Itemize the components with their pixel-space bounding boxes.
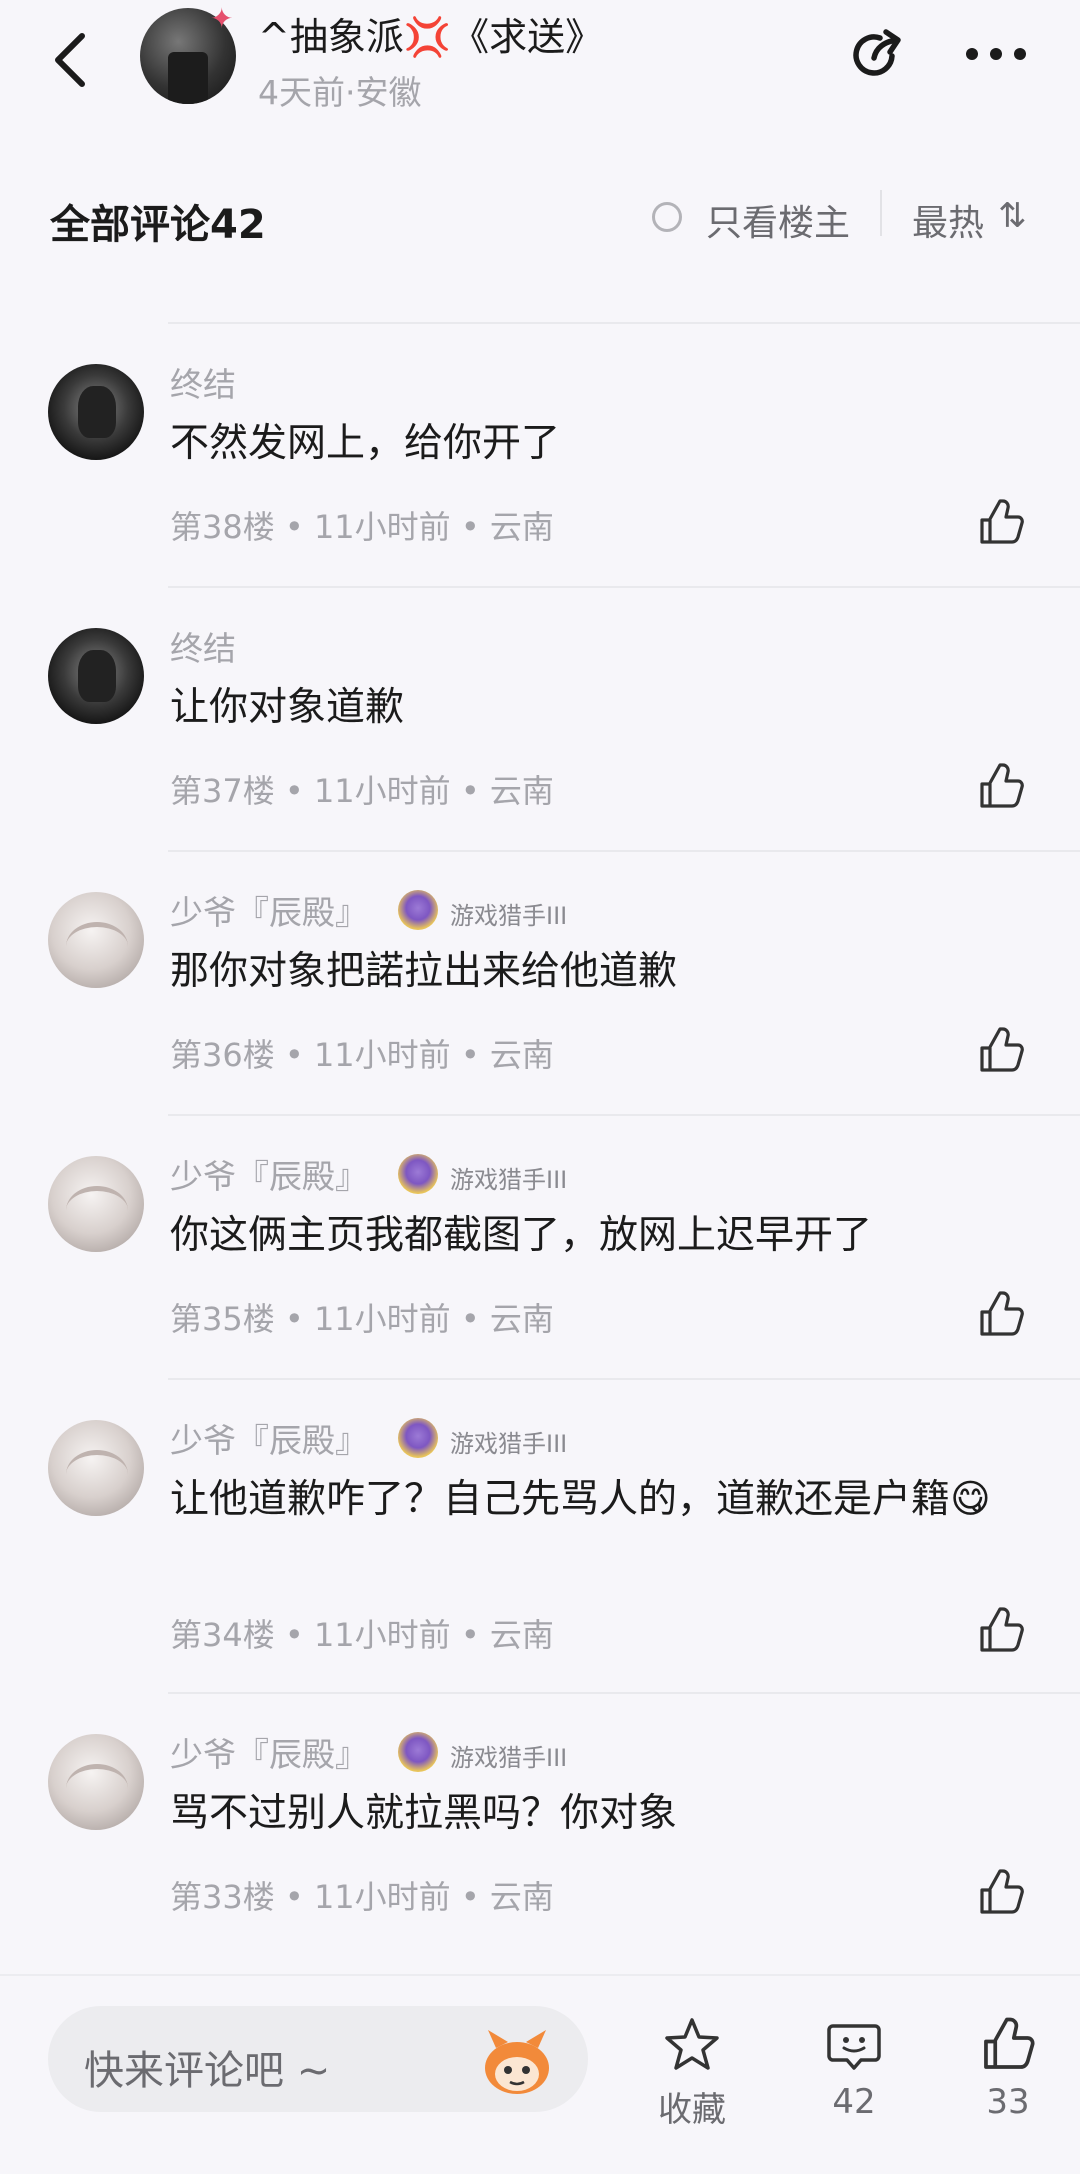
level-badge-icon bbox=[398, 890, 438, 930]
comment-meta: 第36楼 • 11小时前 • 云南 bbox=[170, 1036, 554, 1074]
avatar[interactable] bbox=[48, 892, 144, 988]
thumbs-up-icon[interactable] bbox=[976, 1606, 1026, 1656]
level-badge-label: 游戏猎手III bbox=[450, 902, 568, 930]
comments-header: 全部评论42 只看楼主 最热 ⇅ bbox=[0, 180, 1080, 260]
comment-username[interactable]: 少爷『辰殿』 bbox=[170, 886, 368, 934]
comment-item[interactable]: 少爷『辰殿』 游戏猎手III 让他道歉咋了？自己先骂人的，道歉还是户籍😋 第34… bbox=[0, 1378, 1080, 1692]
thumbs-up-icon bbox=[984, 2017, 1035, 2069]
like-count: 33 bbox=[986, 2082, 1030, 2122]
comment-item[interactable]: 终结 让你对象道歉 第37楼 • 11小时前 • 云南 bbox=[0, 586, 1080, 850]
bottom-action-bar: 快来评论吧 ~ 收藏 42 33 bbox=[0, 1974, 1080, 2174]
mascot-emoji-icon[interactable] bbox=[478, 2026, 556, 2098]
thumbs-up-icon[interactable] bbox=[976, 762, 1026, 812]
comment-meta: 第34楼 • 11小时前 • 云南 bbox=[170, 1616, 554, 1654]
level-badge-label: 游戏猎手III bbox=[450, 1166, 568, 1194]
only-host-radio[interactable] bbox=[652, 202, 682, 232]
sort-button[interactable]: 最热 bbox=[912, 194, 984, 246]
comment-text: 让他道歉咋了？自己先骂人的，道歉还是户籍😋 bbox=[170, 1477, 991, 1522]
comments-count-title: 全部评论42 bbox=[50, 202, 266, 248]
avatar[interactable] bbox=[48, 1420, 144, 1516]
comment-meta: 第33楼 • 11小时前 • 云南 bbox=[170, 1878, 554, 1916]
share-icon[interactable] bbox=[846, 26, 906, 86]
level-badge-icon bbox=[398, 1418, 438, 1458]
comment-input-placeholder[interactable]: 快来评论吧 ~ bbox=[84, 2038, 330, 2096]
comment-count: 42 bbox=[832, 2082, 876, 2122]
comment-username[interactable]: 终结 bbox=[170, 622, 236, 670]
top-bar: ✦ ^抽象派💢《求送》 4天前·安徽 bbox=[0, 0, 1080, 130]
comment-input[interactable]: 快来评论吧 ~ bbox=[48, 2006, 588, 2112]
comment-bubble-icon bbox=[827, 2024, 881, 2070]
thumbs-up-icon[interactable] bbox=[976, 1868, 1026, 1918]
level-badge-icon bbox=[398, 1154, 438, 1194]
like-button[interactable]: 33 bbox=[948, 2016, 1068, 2122]
comment-item[interactable]: 少爷『辰殿』 游戏猎手III 你这俩主页我都截图了，放网上迟早开了 第35楼 •… bbox=[0, 1114, 1080, 1378]
avatar[interactable] bbox=[48, 364, 144, 460]
level-badge-label: 游戏猎手III bbox=[450, 1430, 568, 1458]
comment-meta: 第38楼 • 11小时前 • 云南 bbox=[170, 508, 554, 546]
favorite-label: 收藏 bbox=[658, 2090, 726, 2130]
divider bbox=[168, 1378, 1080, 1380]
comment-username[interactable]: 少爷『辰殿』 bbox=[170, 1414, 368, 1462]
divider bbox=[168, 586, 1080, 588]
sort-icon[interactable]: ⇅ bbox=[998, 196, 1027, 236]
avatar[interactable] bbox=[48, 1734, 144, 1830]
divider bbox=[168, 850, 1080, 852]
divider bbox=[880, 190, 882, 236]
divider bbox=[168, 322, 1080, 324]
comment-text: 不然发网上，给你开了 bbox=[170, 421, 561, 466]
thumbs-up-icon[interactable] bbox=[976, 498, 1026, 548]
divider bbox=[168, 1692, 1080, 1694]
level-badge-label: 游戏猎手III bbox=[450, 1744, 568, 1772]
avatar[interactable] bbox=[48, 628, 144, 724]
comment-button[interactable]: 42 bbox=[794, 2016, 914, 2122]
star-icon bbox=[665, 2018, 719, 2070]
chevron-left-icon[interactable] bbox=[46, 30, 94, 90]
comment-meta: 第37楼 • 11小时前 • 云南 bbox=[170, 772, 554, 810]
avatar[interactable] bbox=[48, 1156, 144, 1252]
comment-item[interactable]: 少爷『辰殿』 游戏猎手III 那你对象把諾拉出来给他道歉 第36楼 • 11小时… bbox=[0, 850, 1080, 1114]
comment-text: 你这俩主页我都截图了，放网上迟早开了 bbox=[170, 1213, 873, 1258]
level-badge-icon bbox=[398, 1732, 438, 1772]
comment-username[interactable]: 少爷『辰殿』 bbox=[170, 1728, 368, 1776]
comment-username[interactable]: 终结 bbox=[170, 358, 236, 406]
favorite-button[interactable]: 收藏 bbox=[632, 2016, 752, 2131]
comment-text: 那你对象把諾拉出来给他道歉 bbox=[170, 949, 678, 994]
comment-item[interactable]: 少爷『辰殿』 游戏猎手III 骂不过别人就拉黑吗？你对象 第33楼 • 11小时… bbox=[0, 1692, 1080, 1956]
thumbs-up-icon[interactable] bbox=[976, 1026, 1026, 1076]
comment-text: 骂不过别人就拉黑吗？你对象 bbox=[170, 1791, 678, 1836]
comment-meta: 第35楼 • 11小时前 • 云南 bbox=[170, 1300, 554, 1338]
comment-item[interactable]: 终结 不然发网上，给你开了 第38楼 • 11小时前 • 云南 bbox=[0, 322, 1080, 586]
divider bbox=[168, 1114, 1080, 1116]
comment-username[interactable]: 少爷『辰殿』 bbox=[170, 1150, 368, 1198]
thumbs-up-icon[interactable] bbox=[976, 1290, 1026, 1340]
comment-text: 让你对象道歉 bbox=[170, 685, 405, 730]
only-host-label[interactable]: 只看楼主 bbox=[706, 194, 850, 246]
post-time-location: 4天前·安徽 bbox=[258, 73, 422, 112]
avatar-decoration-icon: ✦ bbox=[210, 2, 234, 35]
post-author-title[interactable]: ^抽象派💢《求送》 bbox=[258, 6, 603, 61]
more-dots-icon[interactable] bbox=[964, 40, 1028, 70]
